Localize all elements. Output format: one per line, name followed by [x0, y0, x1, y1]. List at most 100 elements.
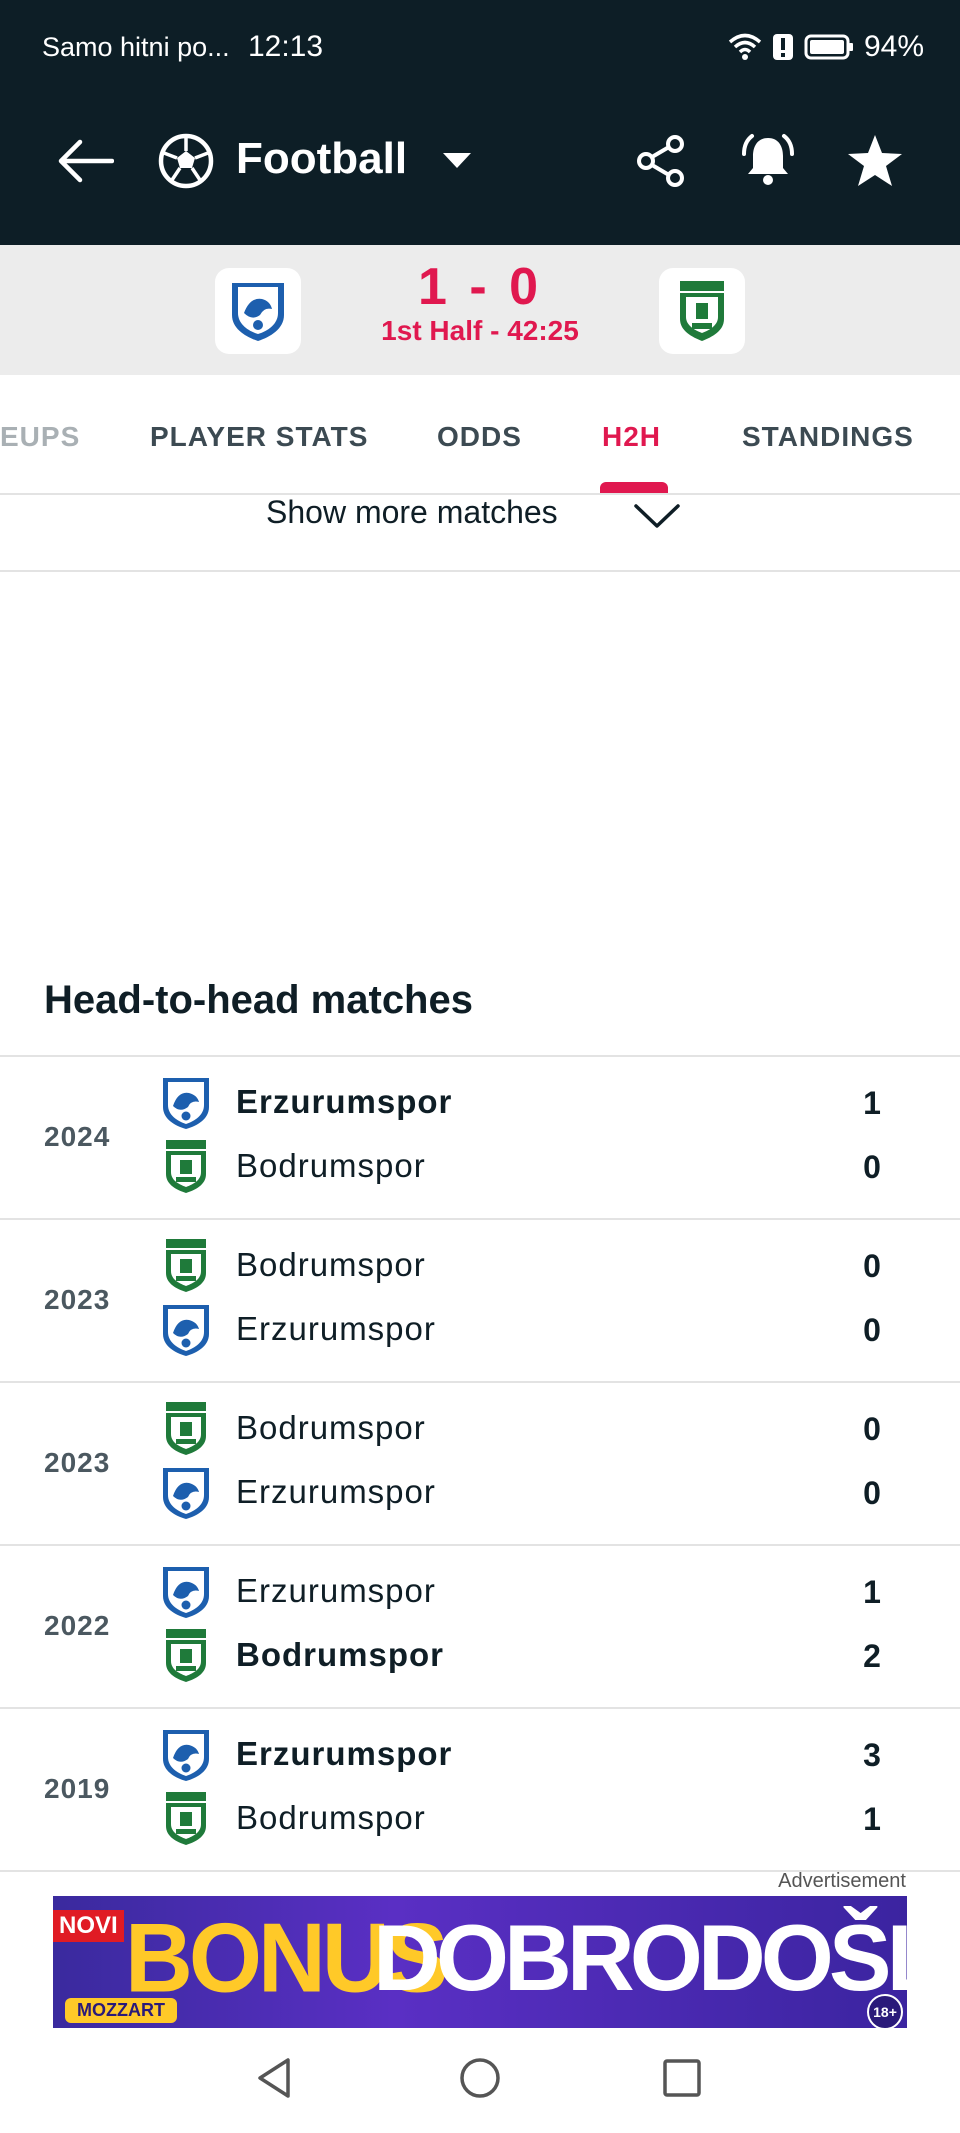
team-line: Erzurumspor 1: [160, 1075, 920, 1131]
show-more-label: Show more matches: [266, 494, 558, 530]
share-button[interactable]: [626, 126, 696, 196]
team-score: 0: [863, 1475, 881, 1511]
show-more-matches-button[interactable]: Show more matches: [0, 494, 960, 572]
ad-badge: NOVI: [53, 1910, 124, 1942]
match-row[interactable]: 2023 Bodrumspor 0 Erzurumspor 0: [0, 1383, 960, 1546]
team-score: 1: [863, 1085, 881, 1121]
tab-odds[interactable]: ODDS: [437, 421, 522, 453]
nav-back-icon[interactable]: [254, 2056, 294, 2100]
match-year: 2023: [44, 1284, 111, 1315]
tab-h2h[interactable]: H2H: [602, 421, 661, 453]
clock: 12:13: [247, 30, 324, 63]
team-logo: [160, 1238, 212, 1294]
system-nav-bar: [0, 2040, 960, 2133]
team-logo: [160, 1628, 212, 1684]
bodrumspor-logo-icon: [680, 281, 724, 341]
ad-headline-2: DOBRODOŠLICE: [373, 1905, 907, 2010]
team-name: Bodrumspor: [236, 1636, 444, 1673]
team-line: Erzurumspor 3: [160, 1727, 920, 1783]
team-logo: [160, 1139, 212, 1195]
team-name: Erzurumspor: [236, 1473, 436, 1510]
team-score: 0: [863, 1149, 881, 1185]
team-logo: [160, 1075, 212, 1131]
battery-percent: 94%: [863, 30, 924, 63]
team-line: Erzurumspor 0: [160, 1465, 920, 1521]
caret-down-icon: [443, 153, 471, 168]
erzurumspor-logo-icon: [163, 1078, 209, 1129]
erzurumspor-logo-icon: [163, 1567, 209, 1618]
team-name: Bodrumspor: [236, 1147, 426, 1184]
bodrumspor-logo-icon: [166, 1402, 206, 1455]
team-line: Bodrumspor 1: [160, 1791, 920, 1847]
score-value: 1 - 0: [417, 258, 543, 316]
bodrumspor-logo-icon: [166, 1629, 206, 1682]
tab-lineups[interactable]: EUPS: [0, 421, 80, 453]
notifications-button[interactable]: [733, 126, 803, 196]
team-score: 0: [863, 1312, 881, 1348]
match-row[interactable]: 2024 Erzurumspor 1 Bodrumspor 0: [0, 1057, 960, 1220]
status-left: Samo hitni po... 12:13: [42, 30, 323, 64]
bodrumspor-logo-icon: [166, 1140, 206, 1193]
share-icon: [637, 135, 684, 187]
team-line: Bodrumspor 0: [160, 1139, 920, 1195]
team-name: Erzurumspor: [236, 1735, 453, 1772]
tab-standings[interactable]: STANDINGS: [742, 421, 914, 453]
erzurumspor-logo-icon: [163, 1305, 209, 1356]
h2h-title: Head-to-head matches: [44, 978, 473, 1022]
wifi-icon: [728, 33, 762, 60]
bell-ringing-icon: [742, 134, 794, 185]
tab-bar: EUPS PLAYER STATS ODDS H2H STANDINGS: [0, 375, 960, 495]
team-logo: [160, 1564, 212, 1620]
team-name: Bodrumspor: [236, 1246, 426, 1283]
team-name: Bodrumspor: [236, 1409, 426, 1446]
star-icon: [848, 135, 902, 186]
team-score: 0: [863, 1248, 881, 1284]
team-score: 2: [863, 1638, 881, 1674]
team-line: Bodrumspor 0: [160, 1238, 920, 1294]
team-logo: [160, 1401, 212, 1457]
team-logo: [160, 1465, 212, 1521]
match-year: 2019: [44, 1773, 111, 1804]
tab-player-stats[interactable]: PLAYER STATS: [150, 421, 368, 453]
match-row[interactable]: 2019 Erzurumspor 3 Bodrumspor 1: [0, 1709, 960, 1872]
match-year: 2022: [44, 1610, 111, 1641]
back-button[interactable]: [50, 126, 120, 196]
bodrumspor-logo-icon: [166, 1239, 206, 1292]
status-right: 94%: [728, 30, 924, 64]
team-line: Erzurumspor 1: [160, 1564, 920, 1620]
erzurumspor-logo-icon: [163, 1730, 209, 1781]
team-score: 0: [863, 1411, 881, 1447]
erzurumspor-logo-icon: [232, 283, 284, 341]
team-name: Erzurumspor: [236, 1083, 453, 1120]
home-team-badge[interactable]: [215, 268, 301, 354]
team-score: 1: [863, 1574, 881, 1610]
football-icon: [158, 133, 214, 189]
match-year: 2023: [44, 1447, 111, 1478]
sport-selector[interactable]: [151, 126, 221, 196]
advertisement-label: Advertisement: [778, 1870, 906, 1892]
team-line: Bodrumspor 2: [160, 1628, 920, 1684]
ad-brand: MOZZART: [65, 1998, 177, 2023]
nav-home-icon[interactable]: [458, 2056, 502, 2100]
match-row[interactable]: 2023 Bodrumspor 0 Erzurumspor 0: [0, 1220, 960, 1383]
bodrumspor-logo-icon: [166, 1792, 206, 1845]
favorite-button[interactable]: [840, 126, 910, 196]
team-line: Bodrumspor 0: [160, 1401, 920, 1457]
nav-recents-icon[interactable]: [662, 2058, 702, 2098]
ad-banner[interactable]: NOVI BONUS DOBRODOŠLICE MOZZART 18+: [53, 1896, 907, 2028]
away-team-badge[interactable]: [659, 268, 745, 354]
sport-title[interactable]: Football: [236, 134, 407, 184]
erzurumspor-logo-icon: [163, 1468, 209, 1519]
top-bar: Samo hitni po... 12:13 94% Football: [0, 0, 960, 245]
team-name: Erzurumspor: [236, 1572, 436, 1609]
match-row[interactable]: 2022 Erzurumspor 1 Bodrumspor 2: [0, 1546, 960, 1709]
ad-age-badge: 18+: [867, 1994, 903, 2028]
h2h-list: 2024 Erzurumspor 1 Bodrumspor 0 2023 Bodrumsp…: [0, 1055, 960, 1872]
team-logo: [160, 1302, 212, 1358]
team-name: Erzurumspor: [236, 1310, 436, 1347]
active-tab-indicator: [600, 482, 668, 493]
chevron-down-icon: [634, 504, 680, 528]
team-name: Bodrumspor: [236, 1799, 426, 1836]
sport-dropdown-button[interactable]: [422, 126, 492, 196]
match-score: 1 - 0 1st Half - 42:25: [380, 257, 580, 347]
